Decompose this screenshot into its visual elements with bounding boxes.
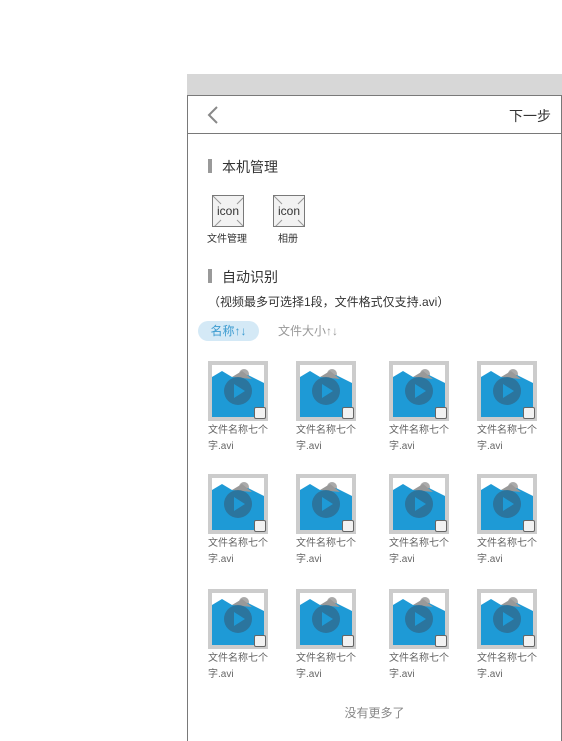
file-name: 文件名称七个 字.avi	[389, 425, 449, 452]
select-checkbox[interactable]	[342, 407, 354, 419]
video-thumbnail	[389, 361, 449, 421]
video-thumbnail	[208, 361, 268, 421]
video-file-item[interactable]: 文件名称七个 字.avi	[389, 361, 449, 455]
sort-by-name-button[interactable]: 名称↑↓	[198, 321, 259, 341]
file-manager-label: 文件管理	[207, 234, 247, 245]
album-button[interactable]: icon	[273, 195, 305, 227]
video-file-item[interactable]: 文件名称七个 字.avi	[296, 361, 356, 455]
file-name: 文件名称七个 字.avi	[296, 653, 356, 680]
icon-text: icon	[216, 204, 239, 218]
album-label: 相册	[278, 234, 298, 245]
select-checkbox[interactable]	[523, 520, 535, 532]
next-step-button[interactable]: 下一步	[509, 106, 551, 126]
video-file-item[interactable]: 文件名称七个 字.avi	[477, 589, 537, 683]
video-file-item[interactable]: 文件名称七个 字.avi	[477, 361, 537, 455]
phone-screen: 下一步 本机管理 icon 文件管理 icon 相册 自动识别 （视频最多可选择…	[187, 95, 562, 741]
back-button[interactable]	[204, 104, 224, 126]
select-checkbox[interactable]	[342, 635, 354, 647]
icon-text: icon	[277, 204, 300, 218]
nav-header: 下一步	[188, 96, 561, 134]
select-checkbox[interactable]	[435, 635, 447, 647]
video-file-item[interactable]: 文件名称七个 字.avi	[208, 361, 268, 455]
video-file-item[interactable]: 文件名称七个 字.avi	[389, 474, 449, 568]
video-file-item[interactable]: 文件名称七个 字.avi	[477, 474, 537, 568]
video-thumbnail	[477, 589, 537, 649]
section-title-auto: 自动识别	[208, 267, 278, 287]
file-name: 文件名称七个 字.avi	[389, 653, 449, 680]
select-checkbox[interactable]	[435, 520, 447, 532]
select-checkbox[interactable]	[523, 635, 535, 647]
video-thumbnail	[477, 361, 537, 421]
select-checkbox[interactable]	[342, 520, 354, 532]
file-name: 文件名称七个 字.avi	[477, 538, 537, 565]
file-name: 文件名称七个 字.avi	[296, 538, 356, 565]
video-file-item[interactable]: 文件名称七个 字.avi	[208, 589, 268, 683]
video-thumbnail	[296, 474, 356, 534]
video-thumbnail	[208, 589, 268, 649]
no-more-text: 没有更多了	[344, 706, 405, 720]
file-name: 文件名称七个 字.avi	[208, 425, 268, 452]
file-name: 文件名称七个 字.avi	[208, 538, 268, 565]
file-name: 文件名称七个 字.avi	[389, 538, 449, 565]
chevron-left-icon	[207, 106, 218, 124]
select-checkbox[interactable]	[254, 520, 266, 532]
sort-by-size-button[interactable]: 文件大小↑↓	[278, 321, 338, 341]
file-name: 文件名称七个 字.avi	[208, 653, 268, 680]
video-thumbnail	[296, 589, 356, 649]
status-bar	[187, 74, 562, 95]
select-checkbox[interactable]	[254, 407, 266, 419]
video-file-item[interactable]: 文件名称七个 字.avi	[389, 589, 449, 683]
file-name: 文件名称七个 字.avi	[477, 653, 537, 680]
video-file-item[interactable]: 文件名称七个 字.avi	[296, 474, 356, 568]
file-name: 文件名称七个 字.avi	[296, 425, 356, 452]
select-checkbox[interactable]	[523, 407, 535, 419]
select-checkbox[interactable]	[435, 407, 447, 419]
file-name: 文件名称七个 字.avi	[477, 425, 537, 452]
video-file-item[interactable]: 文件名称七个 字.avi	[296, 589, 356, 683]
video-thumbnail	[389, 474, 449, 534]
video-file-item[interactable]: 文件名称七个 字.avi	[208, 474, 268, 568]
section-title-local: 本机管理	[208, 157, 278, 177]
video-thumbnail	[477, 474, 537, 534]
video-thumbnail	[389, 589, 449, 649]
video-thumbnail	[208, 474, 268, 534]
format-note: （视频最多可选择1段，文件格式仅支持.avi）	[208, 295, 450, 309]
select-checkbox[interactable]	[254, 635, 266, 647]
video-thumbnail	[296, 361, 356, 421]
file-manager-button[interactable]: icon	[212, 195, 244, 227]
